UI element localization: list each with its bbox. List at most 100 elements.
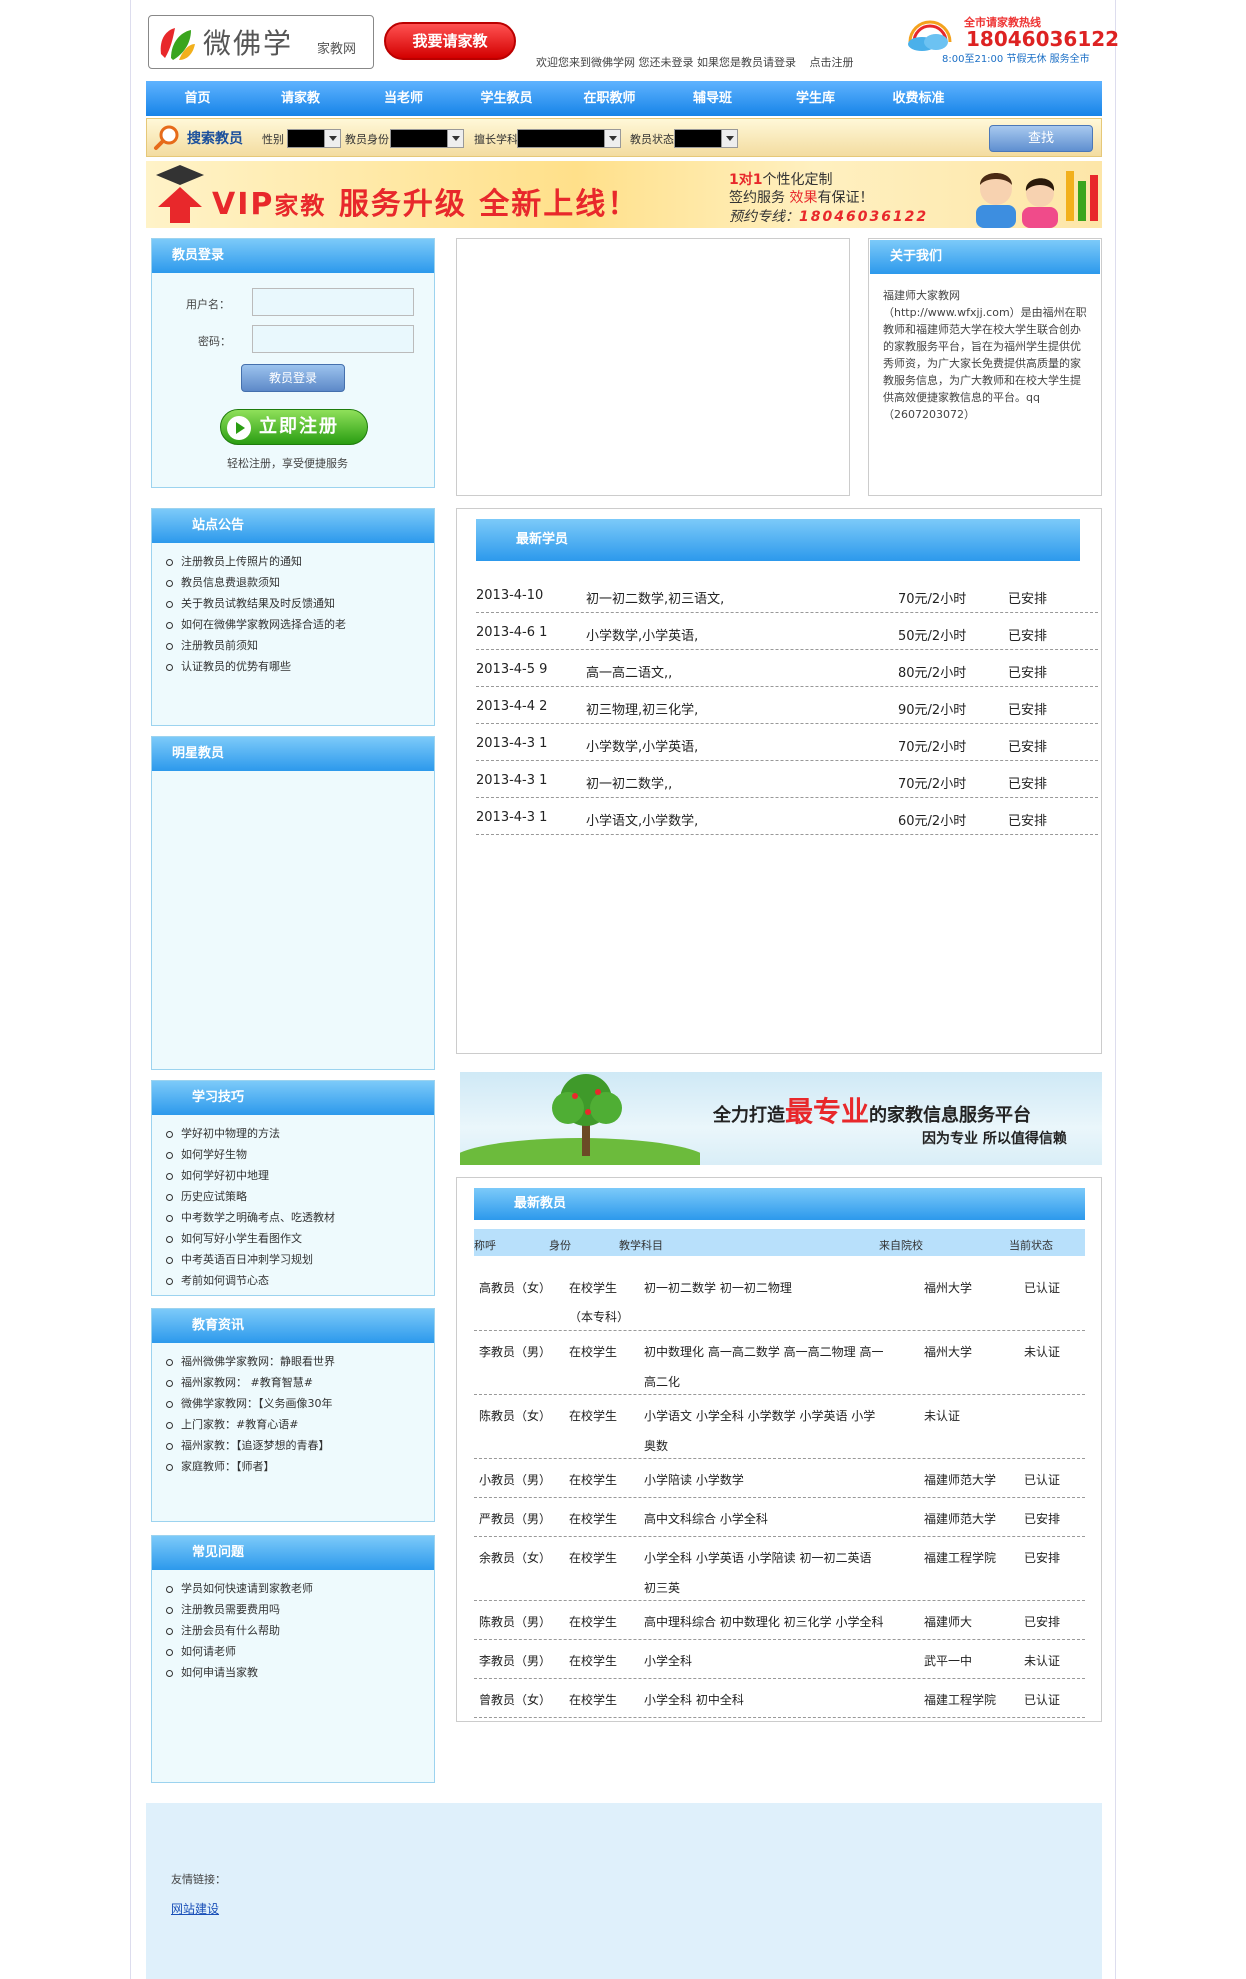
vip-line1-text: 个性化定制 (762, 172, 833, 188)
teacher-subject-cont: 奥数 (644, 1439, 669, 1453)
teacher-identity: 在校学生 (569, 1551, 618, 1565)
table-row[interactable]: 2013-4-3 1 初一初二数学,, 70元/2小时 已安排 (476, 761, 1098, 798)
study-tips-panel: 学习技巧 学好初中物理的方法 如何学好生物 如何学好初中地理 历史应试策略 中考… (151, 1080, 435, 1296)
teacher-status: 已认证 (1024, 1281, 1061, 1295)
nav-item-be-teacher[interactable]: 当老师 (352, 81, 455, 116)
student-fee: 80元/2小时 (898, 666, 967, 681)
platform-tagline: 因为专业 所以值得信赖 (922, 1131, 1067, 1147)
find-button[interactable]: 查找 (989, 125, 1093, 152)
table-row[interactable]: 2013-4-10 初一初二数学,初三语文, 70元/2小时 已安排 (476, 576, 1098, 613)
list-item[interactable]: 注册教员前须知 (166, 635, 434, 656)
register-link[interactable]: 点击注册 (810, 56, 854, 69)
friend-link[interactable]: 网站建设 (171, 1900, 219, 1917)
register-now-button[interactable]: 立即注册 (220, 409, 368, 445)
nav-item-home[interactable]: 首页 (146, 81, 249, 116)
table-row[interactable]: 陈教员（女） 在校学生 小学语文 小学全科 小学数学 小学英语 小学 奥数 未认… (474, 1397, 1085, 1459)
column-header: 当前状态 (1009, 1239, 1053, 1252)
list-item[interactable]: 教员信息费退款须知 (166, 572, 434, 593)
teachers-table-header: 称呼 身份 教学科目 来自院校 当前状态 (474, 1229, 1085, 1256)
nav-item-hire[interactable]: 请家教 (249, 81, 352, 116)
table-row[interactable]: 2013-4-3 1 小学数学,小学英语, 70元/2小时 已安排 (476, 724, 1098, 761)
list-item[interactable]: 注册教员需要费用吗 (166, 1599, 434, 1620)
list-item[interactable]: 中考英语百日冲刺学习规划 (166, 1249, 434, 1270)
list-item[interactable]: 如何请老师 (166, 1641, 434, 1662)
table-row[interactable]: 2013-4-6 1 小学数学,小学英语, 50元/2小时 已安排 (476, 613, 1098, 650)
vip-headline-part: 全新上线！ (479, 187, 640, 222)
list-item[interactable]: 上门家教：#教育心语# (166, 1414, 434, 1435)
teacher-status: 已认证 (1024, 1693, 1061, 1707)
username-input[interactable] (252, 288, 414, 316)
vip-headline-part: VIP (212, 187, 275, 222)
logo-leaf-icon (160, 28, 195, 60)
login-title: 教员登录 (152, 239, 434, 273)
table-row[interactable]: 曾教员（女） 在校学生 小学全科 初中全科 福建工程学院 已认证 (474, 1681, 1085, 1718)
teacher-identity: 在校学生 (569, 1345, 618, 1359)
hotline-box: 全市请家教热线 18046036122 8:00至21:00 节假无休 服务全市 (904, 14, 1119, 65)
platform-banner[interactable]: 全力打造最专业的家教信息服务平台 因为专业 所以值得信赖 (460, 1072, 1102, 1165)
chevron-down-icon (604, 130, 620, 147)
vip-line-3: 预约专线：18046036122 (729, 206, 928, 226)
table-row[interactable]: 2013-4-3 1 小学语文,小学数学, 60元/2小时 已安排 (476, 798, 1098, 835)
list-item[interactable]: 福州家教网： #教育智慧# (166, 1372, 434, 1393)
table-row[interactable]: 严教员（男） 在校学生 高中文科综合 小学全科 福建师范大学 已安排 (474, 1500, 1085, 1537)
student-subject: 小学数学,小学英语, (586, 740, 699, 755)
table-row[interactable]: 高教员（女） 在校学生 初一初二数学 初一初二物理 福州大学 已认证 （本专科） (474, 1271, 1085, 1331)
list-item[interactable]: 学员如何快速请到家教老师 (166, 1578, 434, 1599)
nav-item-in-service[interactable]: 在职教师 (558, 81, 661, 116)
list-item[interactable]: 注册教员上传照片的通知 (166, 551, 434, 572)
list-item[interactable]: 历史应试策略 (166, 1186, 434, 1207)
login-button[interactable]: 教员登录 (241, 364, 345, 392)
education-news-panel: 教育资讯 福州微佛学家教网：静眼看世界 福州家教网： #教育智慧# 微佛学家教网… (151, 1308, 435, 1522)
list-item[interactable]: 学好初中物理的方法 (166, 1123, 434, 1144)
notice-title: 站点公告 (152, 509, 434, 543)
table-row[interactable]: 2013-4-5 9 高一高二语文,, 80元/2小时 已安排 (476, 650, 1098, 687)
table-row[interactable]: 李教员（男） 在校学生 小学全科 武平一中 未认证 (474, 1642, 1085, 1679)
teacher-subject: 初一初二数学 初一初二物理 (644, 1281, 792, 1295)
student-subject: 小学数学,小学英语, (586, 629, 699, 644)
list-item[interactable]: 中考数学之明确考点、吃透教材 (166, 1207, 434, 1228)
site-logo[interactable]: 微佛学 家教网 (148, 15, 374, 69)
student-fee: 70元/2小时 (898, 777, 967, 792)
slogan-highlight: 最专业 (785, 1095, 870, 1128)
vip-line2-text: 签约服务 (729, 190, 790, 206)
list-item[interactable]: 考前如何调节心态 (166, 1270, 434, 1291)
table-row[interactable]: 小教员（男） 在校学生 小学陪读 小学数学 福建师范大学 已认证 (474, 1461, 1085, 1498)
list-item[interactable]: 如何写好小学生看图作文 (166, 1228, 434, 1249)
nav-item-student-list[interactable]: 学生库 (764, 81, 867, 116)
subject-select[interactable] (517, 129, 621, 148)
list-item[interactable]: 福州家教：【追逐梦想的青春】 (166, 1435, 434, 1456)
list-item[interactable]: 微佛学家教网：【义务画像30年 (166, 1393, 434, 1414)
list-item[interactable]: 如何申请当家教 (166, 1662, 434, 1683)
table-row[interactable]: 2013-4-4 2 初三物理,初三化学, 90元/2小时 已安排 (476, 687, 1098, 724)
teacher-status: 已安排 (1024, 1551, 1061, 1565)
student-status: 已安排 (1008, 814, 1048, 829)
nav-item-student-teachers[interactable]: 学生教员 (455, 81, 558, 116)
nav-item-fees[interactable]: 收费标准 (867, 81, 970, 116)
nav-item-classes[interactable]: 辅导班 (661, 81, 764, 116)
list-item[interactable]: 福州微佛学家教网：静眼看世界 (166, 1351, 434, 1372)
teacher-name: 陈教员（女） (479, 1409, 552, 1423)
student-date: 2013-4-3 1 (476, 810, 548, 825)
password-input[interactable] (252, 325, 414, 353)
status-select[interactable] (674, 129, 738, 148)
table-row[interactable]: 李教员（男） 在校学生 初中数理化 高一高二数学 高一高二物理 高一 高二化 福… (474, 1333, 1085, 1395)
list-item[interactable]: 认证教员的优势有哪些 (166, 656, 434, 677)
list-item[interactable]: 家庭教师：【师者】 (166, 1456, 434, 1477)
vip-headline: VIP家教 服务升级 全新上线！ (212, 179, 639, 223)
list-item[interactable]: 如何学好生物 (166, 1144, 434, 1165)
about-title: 关于我们 (870, 240, 1100, 274)
list-item[interactable]: 如何学好初中地理 (166, 1165, 434, 1186)
vip-banner[interactable]: VIP家教 服务升级 全新上线！ 1对1个性化定制 签约服务 效果有保证！ 预约… (146, 161, 1102, 228)
hire-tutor-button[interactable]: 我要请家教 (384, 22, 516, 60)
star-title: 明星教员 (152, 737, 434, 771)
table-row[interactable]: 余教员（女） 在校学生 小学全科 小学英语 小学陪读 初一初二英语 初三英 福建… (474, 1539, 1085, 1601)
notice-panel: 站点公告 注册教员上传照片的通知 教员信息费退款须知 关于教员试教结果及时反馈通… (151, 508, 435, 726)
identity-select[interactable] (390, 129, 464, 148)
list-item[interactable]: 注册会员有什么帮助 (166, 1620, 434, 1641)
gender-select[interactable] (287, 129, 341, 148)
vip-line3-text: 预约专线： (729, 209, 799, 225)
list-item[interactable]: 如何在微佛学家教网选择合适的老 (166, 614, 434, 635)
table-row[interactable]: 陈教员（男） 在校学生 高中理科综合 初中数理化 初三化学 小学全科 福建师大 … (474, 1603, 1085, 1640)
teacher-name: 严教员（男） (479, 1512, 552, 1526)
list-item[interactable]: 关于教员试教结果及时反馈通知 (166, 593, 434, 614)
